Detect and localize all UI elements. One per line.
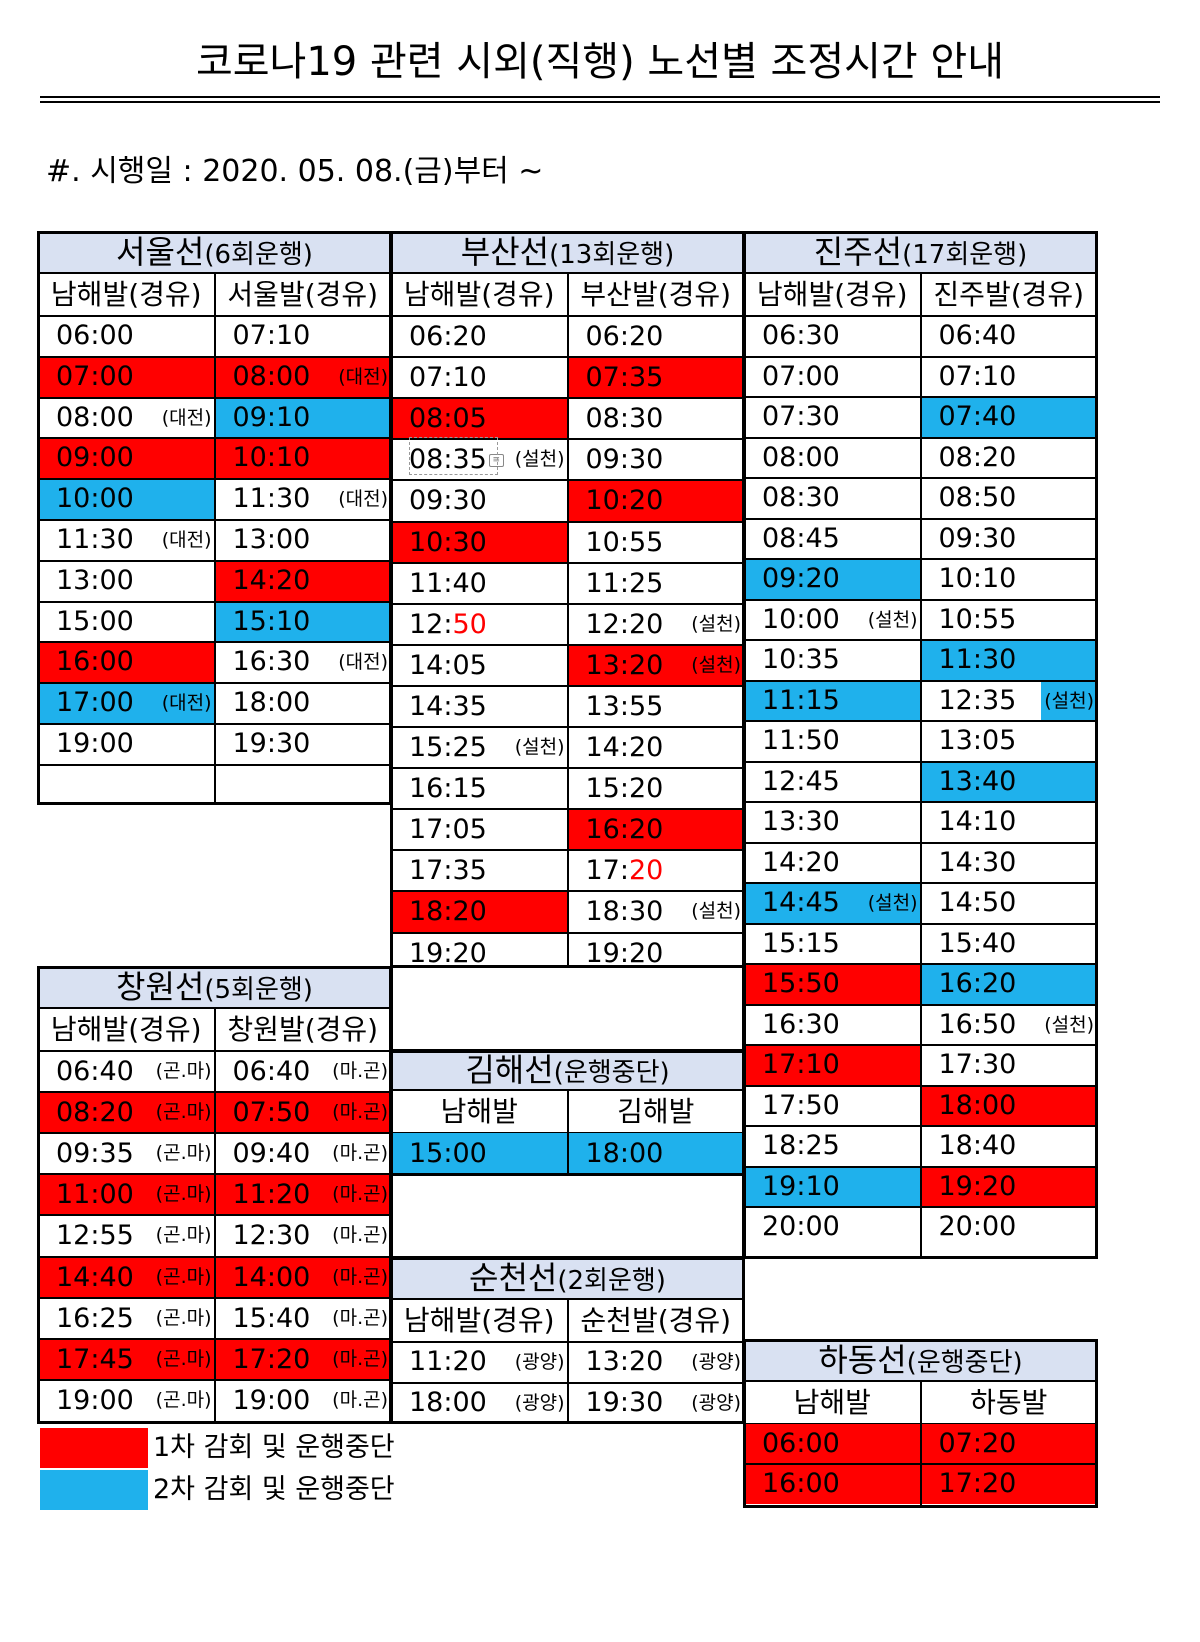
- legend-label: 2차 감회 및 운행중단: [153, 1474, 395, 1505]
- legend-swatch-red: [40, 1428, 148, 1468]
- legend-label: 1차 감회 및 운행중단: [153, 1432, 395, 1463]
- table-border-changwon: [37, 966, 392, 1424]
- legend-swatch-blue: [40, 1470, 148, 1510]
- page-title: 코로나19 관련 시외(직행) 노선별 조정시간 안내: [195, 39, 1005, 85]
- title-divider: [40, 96, 1160, 103]
- empty-frame: [390, 1174, 745, 1259]
- table-border-suncheon: [390, 1257, 745, 1424]
- table-border-busan: [390, 231, 745, 968]
- table-border-seoul: [37, 231, 392, 805]
- empty-frame: [390, 966, 745, 1052]
- selection-box: [409, 437, 498, 475]
- table-border-gimhae: [390, 1050, 745, 1176]
- table-border-hadong: [743, 1339, 1098, 1508]
- table-border-jinju: [743, 231, 1098, 1259]
- effective-date: #. 시행일 : 2020. 05. 08.(금)부터 ~: [46, 154, 544, 189]
